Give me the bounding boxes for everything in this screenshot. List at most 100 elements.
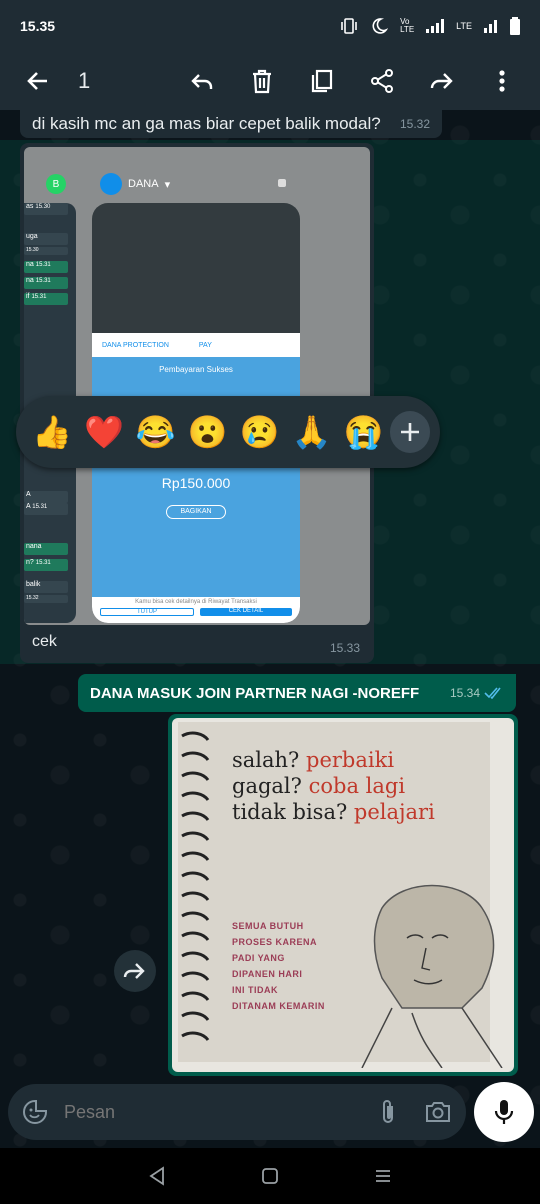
close-chip: TUTUP bbox=[100, 608, 194, 616]
double-check-icon bbox=[484, 687, 501, 699]
portrait-illustration bbox=[361, 884, 503, 1068]
vibrate-icon bbox=[341, 18, 357, 34]
list-item: as 15.30 bbox=[24, 203, 68, 215]
payment-footer: Kamu bisa cek detailnya di Riwayat Trans… bbox=[92, 597, 300, 623]
message-input-bar bbox=[8, 1084, 466, 1140]
list-item: A 15.31 bbox=[24, 503, 68, 515]
camera-icon[interactable] bbox=[424, 1100, 452, 1124]
message-meta: 15.34 bbox=[450, 686, 504, 700]
list-item: na 15.31 bbox=[24, 277, 68, 289]
microphone-icon bbox=[494, 1100, 514, 1124]
reply-button[interactable] bbox=[180, 59, 224, 103]
screenshot-image[interactable]: B DANA ▾ as 15.30 uga 15.30 na 15.31 na … bbox=[24, 147, 370, 625]
forward-icon bbox=[430, 73, 453, 89]
list-item: if 15.31 bbox=[24, 293, 68, 305]
quote-line-1: salah? perbaiki bbox=[232, 748, 395, 772]
system-navigation-bar bbox=[0, 1148, 540, 1204]
more-vertical-icon bbox=[499, 70, 505, 92]
dana-logo-icon bbox=[100, 173, 122, 195]
reaction-sad[interactable]: 😢 bbox=[234, 405, 286, 459]
nav-back-icon[interactable] bbox=[148, 1166, 166, 1186]
forward-shortcut-button[interactable] bbox=[114, 950, 156, 992]
selection-toolbar: 1 bbox=[0, 52, 540, 110]
message-time: 15.33 bbox=[329, 641, 360, 655]
reaction-pray[interactable]: 🙏 bbox=[286, 405, 338, 459]
selected-count: 1 bbox=[78, 68, 91, 93]
share-icon bbox=[371, 69, 393, 93]
list-item: balik bbox=[24, 581, 68, 593]
list-item: n? 15.31 bbox=[24, 559, 68, 571]
footer-buttons: TUTUP CEK DETAIL bbox=[92, 605, 300, 619]
dana-protection-label: DANA PROTECTION bbox=[102, 341, 169, 349]
nav-home-icon[interactable] bbox=[261, 1167, 279, 1185]
back-button[interactable] bbox=[16, 59, 60, 103]
trash-icon bbox=[253, 69, 271, 94]
forward-button[interactable] bbox=[420, 59, 464, 103]
message-text: di kasih mc an ga mas biar cepet balik m… bbox=[32, 114, 381, 133]
list-item: 15.32 bbox=[24, 595, 68, 603]
lock-icon bbox=[278, 179, 286, 187]
quote-line-3: tidak bisa? pelajari bbox=[232, 800, 435, 824]
share-button[interactable] bbox=[360, 59, 404, 103]
dana-header: DANA PROTECTION PAY bbox=[92, 333, 300, 357]
toolbar-actions bbox=[180, 59, 524, 103]
reaction-bar: 👍 ❤️ 😂 😮 😢 🙏 😭 bbox=[16, 396, 440, 468]
app-name: DANA bbox=[128, 178, 159, 190]
attach-paperclip-icon[interactable] bbox=[378, 1098, 398, 1126]
signal-icon-2 bbox=[484, 20, 497, 33]
share-chip: BAGIKAN bbox=[166, 505, 226, 519]
message-time: 15.32 bbox=[399, 117, 430, 131]
notebook-spiral bbox=[181, 731, 210, 1041]
detail-chip: CEK DETAIL bbox=[200, 608, 292, 616]
volte-icon: Vo LTE bbox=[400, 17, 415, 34]
small-quote: SEMUA BUTUH PROSES KARENA PADI YANG DIPA… bbox=[232, 921, 325, 1011]
reaction-surprised[interactable]: 😮 bbox=[182, 405, 234, 459]
reply-icon bbox=[191, 74, 213, 89]
arrow-left-icon bbox=[27, 72, 47, 90]
pay-label: PAY bbox=[198, 341, 212, 349]
more-options-button[interactable] bbox=[480, 59, 524, 103]
outgoing-message[interactable]: DANA MASUK JOIN PARTNER NAGI -NOREFF 15.… bbox=[78, 674, 516, 712]
voice-message-button[interactable] bbox=[474, 1082, 534, 1142]
more-reactions-button[interactable] bbox=[389, 411, 430, 453]
input-icons bbox=[378, 1098, 452, 1126]
sticker-icon[interactable] bbox=[22, 1099, 48, 1125]
image-caption: cek bbox=[32, 633, 57, 650]
status-icons: Vo LTE LTE bbox=[340, 17, 520, 35]
list-item: A bbox=[24, 491, 68, 503]
delete-button[interactable] bbox=[240, 59, 284, 103]
message-text: DANA MASUK JOIN PARTNER NAGI -NOREFF bbox=[90, 684, 420, 702]
copy-icon bbox=[311, 69, 333, 93]
network-type: LTE bbox=[456, 21, 472, 31]
quote-image[interactable]: salah? perbaiki gagal? coba lagi tidak b… bbox=[172, 718, 514, 1072]
dropdown-icon: ▾ bbox=[164, 178, 171, 191]
quote-line-2: gagal? coba lagi bbox=[232, 774, 406, 798]
do-not-disturb-moon-icon bbox=[372, 18, 389, 34]
copy-button[interactable] bbox=[300, 59, 344, 103]
battery-icon bbox=[510, 17, 520, 35]
plus-icon bbox=[400, 423, 419, 441]
message-time: 15.34 bbox=[449, 686, 480, 700]
signal-icon bbox=[426, 19, 445, 33]
footer-text: Kamu bisa cek detailnya di Riwayat Trans… bbox=[135, 599, 257, 605]
recent-apps-header: B DANA ▾ bbox=[46, 173, 170, 195]
incoming-message[interactable]: di kasih mc an ga mas biar cepet balik m… bbox=[20, 110, 442, 138]
payment-amount: Rp150.000 bbox=[161, 475, 231, 491]
forward-icon bbox=[123, 963, 145, 979]
whatsapp-business-icon: B bbox=[46, 174, 66, 194]
payment-title: Pembayaran Sukses bbox=[159, 365, 233, 374]
reaction-heart[interactable]: ❤️ bbox=[78, 405, 130, 459]
nav-recents-icon[interactable] bbox=[374, 1167, 392, 1185]
list-item: na 15.31 bbox=[24, 261, 68, 273]
list-item: uga bbox=[24, 233, 68, 245]
reaction-thumbs-up[interactable]: 👍 bbox=[26, 405, 78, 459]
reaction-laugh[interactable]: 😂 bbox=[130, 405, 182, 459]
status-bar: 15.35 Vo LTE LTE bbox=[0, 0, 540, 52]
status-time: 15.35 bbox=[20, 18, 56, 34]
message-input[interactable] bbox=[64, 1101, 304, 1123]
list-item: 15.30 bbox=[24, 247, 68, 255]
reaction-crying[interactable]: 😭 bbox=[338, 405, 390, 459]
payment-panel: Pembayaran Sukses Rp150.000 BAGIKAN bbox=[92, 357, 300, 597]
outgoing-image-message[interactable]: salah? perbaiki gagal? coba lagi tidak b… bbox=[168, 714, 518, 1076]
list-item: nana bbox=[24, 543, 68, 555]
